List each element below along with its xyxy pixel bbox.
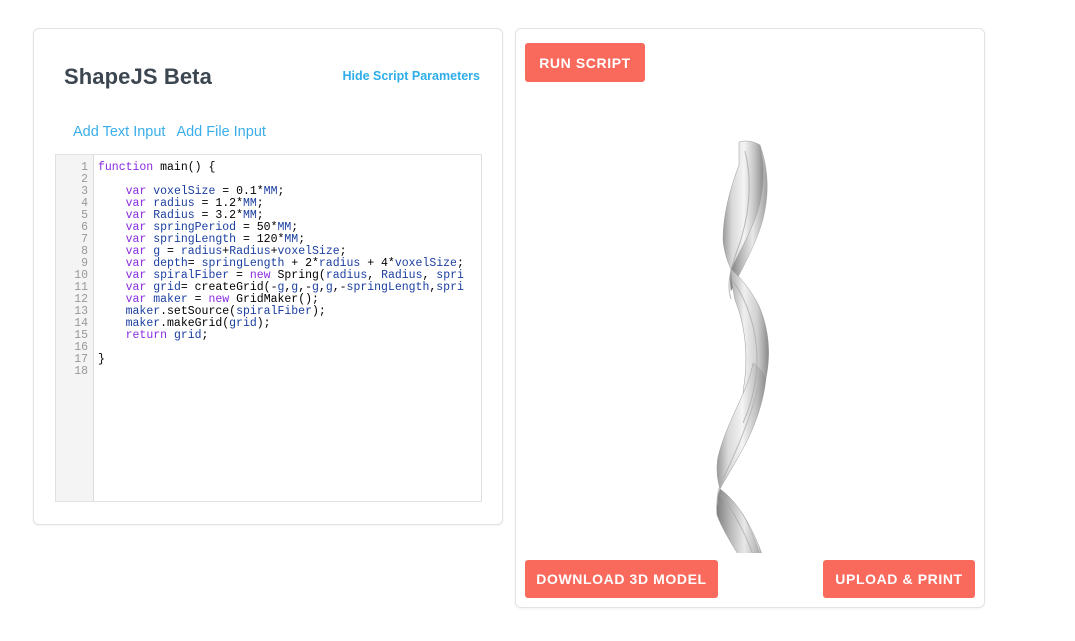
download-3d-model-button[interactable]: DOWNLOAD 3D MODEL	[525, 560, 718, 598]
editor-code-line	[98, 342, 481, 354]
model-viewport[interactable]	[517, 91, 983, 553]
add-text-input-link[interactable]: Add Text Input	[73, 124, 165, 140]
add-file-input-link[interactable]: Add File Input	[176, 124, 265, 140]
editor-code-line: }	[98, 353, 105, 366]
editor-code-area[interactable]: function main() { var voxelSize = 0.1*MM…	[94, 155, 481, 501]
input-links-row: Add Text Input Add File Input	[73, 124, 266, 140]
model-viewer-panel: RUN SCRIPT DOWNLOAD 3D MODEL UPLOAD & PR…	[515, 28, 985, 608]
editor-code-line: function main() {	[98, 161, 216, 174]
editor-code-line	[98, 366, 481, 378]
spiral-fiber-model	[716, 140, 769, 553]
editor-line-number-gutter: 1 2 3 4 5 6 7 8 9 10 11 12 13 14 15 16 17 18	[56, 155, 94, 501]
code-editor[interactable]: 1 2 3 4 5 6 7 8 9 10 11 12 13 14 15 16 17 18 function mai…	[55, 154, 482, 502]
editor-line-number: 18	[74, 365, 88, 378]
page-title: ShapeJS Beta	[64, 64, 212, 89]
script-editor-panel: ShapeJS Beta Hide Script Parameters Add …	[33, 28, 503, 525]
hide-script-parameters-link[interactable]: Hide Script Parameters	[342, 69, 480, 83]
editor-code-line: return grid;	[125, 329, 209, 342]
upload-and-print-button[interactable]: UPLOAD & PRINT	[823, 560, 975, 598]
shapejs-app: ShapeJS Beta Hide Script Parameters Add …	[0, 0, 1075, 641]
run-script-button[interactable]: RUN SCRIPT	[525, 43, 645, 82]
